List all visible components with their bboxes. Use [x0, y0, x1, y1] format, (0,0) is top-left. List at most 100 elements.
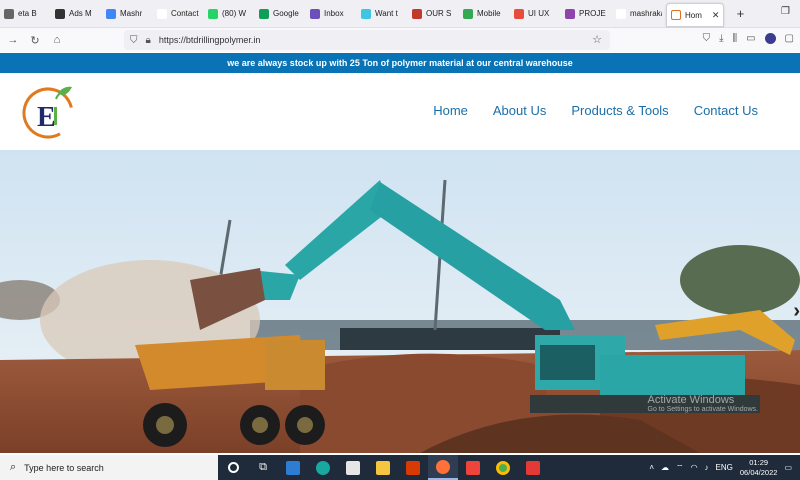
address-bar[interactable]: ⛉ 🔒︎ https://btdrillingpolymer.in ☆	[124, 30, 610, 50]
tab-favicon	[565, 8, 575, 19]
volume-icon[interactable]: ♪	[705, 463, 709, 472]
task-view-icon[interactable]: ⧉	[248, 455, 278, 480]
clock-date: 06/04/2022	[739, 467, 778, 477]
windows-watermark: Activate Windows Go to Settings to activ…	[648, 394, 759, 413]
shield-icon[interactable]: ⛉	[130, 35, 138, 46]
taskbar-search[interactable]: ⌕ Type here to search	[0, 455, 218, 480]
announcement-bar: we are always stock up with 25 Ton of po…	[0, 53, 800, 73]
url-text[interactable]: https://btdrillingpolymer.in	[159, 35, 261, 45]
browser-tab[interactable]: Inbox	[306, 0, 357, 28]
tab-label: OUR S	[426, 9, 452, 18]
download-icon[interactable]: ⤓	[719, 33, 723, 44]
network-icon[interactable]: ⌔	[676, 463, 684, 473]
sidebar-icon[interactable]: ▭	[746, 33, 755, 44]
tab-label: Want t	[375, 9, 398, 18]
tab-favicon	[4, 8, 14, 19]
app-icon[interactable]	[518, 455, 548, 480]
extensions-icon[interactable]: ▢	[785, 33, 794, 44]
nav-home[interactable]: Home	[433, 103, 468, 118]
tab-label: Inbox	[324, 9, 344, 18]
chevron-up-icon[interactable]: ˄	[649, 463, 654, 472]
lock-icon[interactable]: 🔒︎	[146, 35, 151, 46]
reload-icon[interactable]: ↻	[24, 34, 46, 47]
browser-tab[interactable]: Google	[255, 0, 306, 28]
wifi-icon[interactable]: ◠	[691, 463, 698, 472]
tab-label: Mobile	[477, 9, 501, 18]
close-tab-icon[interactable]: ✕	[712, 10, 720, 21]
clock-time: 01:29	[749, 457, 769, 467]
watermark-title: Activate Windows	[647, 394, 735, 406]
clock[interactable]: 01:29 06/04/2022	[740, 458, 778, 478]
watermark-subtitle: Go to Settings to activate Windows.	[647, 406, 759, 413]
tab-favicon	[514, 8, 524, 19]
search-icon: ⌕	[10, 461, 17, 473]
tab-label: mashrakay	[630, 9, 662, 18]
chrome-icon[interactable]	[488, 455, 518, 480]
profile-avatar[interactable]	[764, 33, 776, 44]
browser-tab[interactable]: Mobile	[459, 0, 510, 28]
nav-about[interactable]: About Us	[493, 103, 546, 118]
restore-window-icon[interactable]: ❐	[781, 6, 790, 17]
new-tab-button[interactable]: +	[730, 6, 750, 21]
browser-tab[interactable]: eta B	[0, 0, 51, 28]
firefox-icon[interactable]	[428, 455, 458, 480]
logo-letter: E	[37, 102, 56, 133]
tab-favicon	[106, 8, 116, 19]
store-icon[interactable]	[338, 455, 368, 480]
browser-tab[interactable]: mashrakay	[612, 0, 666, 28]
browser-nav-bar: → ↻ ⌂ ⛉ 🔒︎ https://btdrillingpolymer.in …	[0, 28, 800, 52]
edge-icon[interactable]	[308, 455, 338, 480]
tab-favicon	[208, 8, 218, 19]
browser-tab[interactable]: Contact	[153, 0, 204, 28]
tab-list: eta B Ads M Mashr Contact (80) W Google Inbox W…	[0, 0, 666, 28]
toolbar-icons: ⛉ ⤓ ⫼ ▭ ▢	[703, 33, 794, 44]
tab-label: Ads M	[69, 9, 92, 18]
tab-favicon	[412, 8, 422, 19]
tab-favicon	[310, 8, 320, 19]
browser-tab[interactable]: PROJE	[561, 0, 612, 28]
browser-tab[interactable]: (80) W	[204, 0, 255, 28]
windows-taskbar: ⌕ Type here to search ⧉ ˄ ☁ ⌔ ◠ ♪ ENG 01…	[0, 455, 800, 480]
tab-active[interactable]: Hom ✕	[666, 3, 725, 27]
tab-label: eta B	[18, 9, 37, 18]
tab-favicon	[55, 8, 65, 19]
browser-tab[interactable]: Mashr	[102, 0, 153, 28]
office-icon[interactable]	[398, 455, 428, 480]
site-header: E Home About Us Products & Tools Contact…	[0, 73, 800, 149]
nav-products[interactable]: Products & Tools	[571, 103, 668, 118]
tab-label: PROJE	[579, 9, 606, 18]
tab-favicon	[157, 8, 167, 19]
hero-slider: › Activate Windows Go to Settings to act…	[0, 150, 800, 453]
library-icon[interactable]: ⫼	[732, 33, 737, 44]
tab-label: Contact	[171, 9, 199, 18]
tab-favicon	[259, 8, 269, 19]
site-logo[interactable]: E	[20, 81, 78, 141]
tab-label: Google	[273, 9, 299, 18]
browser-tab[interactable]: Want t	[357, 0, 408, 28]
anydesk-icon[interactable]	[458, 455, 488, 480]
system-tray: ˄ ☁ ⌔ ◠ ♪ ENG 01:29 06/04/2022 ▭	[649, 455, 792, 480]
file-explorer-icon[interactable]	[368, 455, 398, 480]
language-indicator[interactable]: ENG	[716, 463, 733, 472]
search-placeholder: Type here to search	[24, 462, 104, 473]
pocket-icon[interactable]: ⛉	[703, 33, 711, 44]
browser-tab[interactable]: OUR S	[408, 0, 459, 28]
cortana-icon[interactable]	[218, 455, 248, 480]
notifications-icon[interactable]: ▭	[784, 463, 792, 472]
tab-favicon	[361, 8, 371, 19]
active-tab-label: Hom	[685, 10, 702, 20]
announcement-text: we are always stock up with 25 Ton of po…	[227, 58, 573, 68]
nav-contact[interactable]: Contact Us	[694, 103, 758, 118]
browser-tab-bar: eta B Ads M Mashr Contact (80) W Google Inbox W…	[0, 0, 800, 28]
forward-icon[interactable]: →	[2, 34, 24, 46]
home-icon[interactable]: ⌂	[46, 34, 68, 46]
cloud-icon[interactable]: ☁	[661, 463, 669, 472]
main-nav: Home About Us Products & Tools Contact U…	[433, 103, 758, 118]
browser-tab[interactable]: UI UX	[510, 0, 561, 28]
tab-label: Mashr	[120, 9, 143, 18]
mail-icon[interactable]	[278, 455, 308, 480]
bookmark-star-icon[interactable]: ☆	[592, 33, 602, 46]
site-favicon	[671, 10, 681, 20]
slider-next-icon[interactable]: ›	[793, 300, 800, 323]
browser-tab[interactable]: Ads M	[51, 0, 102, 28]
